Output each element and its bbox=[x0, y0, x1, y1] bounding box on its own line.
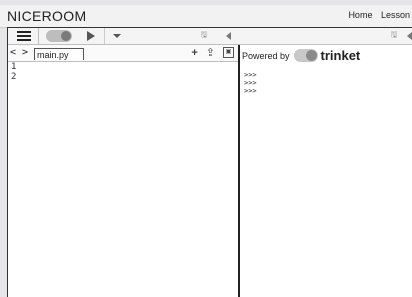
line-gutter: 1 2 bbox=[8, 62, 36, 297]
collapse-editor-button[interactable] bbox=[222, 28, 234, 44]
editor-tab-row: < > main.py + ⇪ ▣ bbox=[8, 45, 238, 62]
code-editor: 1 2 bbox=[8, 62, 238, 297]
hamburger-icon bbox=[17, 29, 31, 43]
trinket-toggle-button[interactable] bbox=[44, 28, 74, 44]
trinket-embed: 🖫 🖫 < > main.py + ⇪ ▣ 1 2 Powered by tri… bbox=[7, 27, 412, 297]
output-save-icon[interactable]: 🖫 bbox=[388, 28, 400, 44]
nav-lesson-link[interactable]: Lesson bbox=[381, 10, 410, 20]
trinket-toolbar: 🖫 🖫 bbox=[8, 28, 412, 45]
site-brand[interactable]: NICEROOM bbox=[7, 8, 86, 24]
console-output[interactable]: >>> >>> >>> bbox=[244, 71, 257, 95]
console-prompt: >>> bbox=[244, 87, 257, 95]
image-icon[interactable]: ▣ bbox=[223, 47, 234, 58]
menu-button[interactable] bbox=[10, 28, 39, 44]
file-actions: + ⇪ ▣ bbox=[191, 46, 234, 59]
trinket-wordmark: trinket bbox=[320, 48, 361, 63]
add-file-icon[interactable]: + bbox=[191, 47, 197, 59]
play-icon bbox=[87, 31, 95, 41]
trinket-logo-icon bbox=[293, 49, 318, 62]
run-button[interactable] bbox=[84, 28, 98, 44]
top-nav: Home Lesson bbox=[342, 10, 410, 20]
save-icon[interactable]: 🖫 bbox=[198, 28, 210, 44]
code-input-area[interactable] bbox=[36, 62, 238, 297]
nav-home-link[interactable]: Home bbox=[348, 10, 372, 20]
run-options-dropdown[interactable] bbox=[104, 28, 129, 44]
output-pane: Powered by trinket >>> >>> >>> bbox=[240, 45, 412, 297]
trinket-toggle-icon bbox=[46, 30, 72, 42]
site-header: NICEROOM Home Lesson bbox=[0, 5, 412, 28]
console-prompt: >>> bbox=[244, 71, 257, 79]
upload-icon[interactable]: ⇪ bbox=[206, 46, 215, 59]
console-prompt: >>> bbox=[244, 79, 257, 87]
chevron-down-icon bbox=[113, 34, 121, 38]
triangle-left-icon bbox=[225, 32, 231, 40]
line-number: 1 bbox=[11, 62, 17, 72]
file-tab-main[interactable]: main.py bbox=[34, 48, 84, 60]
powered-by[interactable]: Powered by trinket bbox=[242, 48, 360, 63]
code-toggle-icon[interactable]: < > bbox=[10, 47, 28, 58]
line-number: 2 bbox=[11, 72, 17, 82]
triangle-left-icon bbox=[406, 32, 412, 40]
collapse-output-button[interactable] bbox=[405, 28, 412, 44]
powered-by-label: Powered by bbox=[242, 50, 290, 61]
